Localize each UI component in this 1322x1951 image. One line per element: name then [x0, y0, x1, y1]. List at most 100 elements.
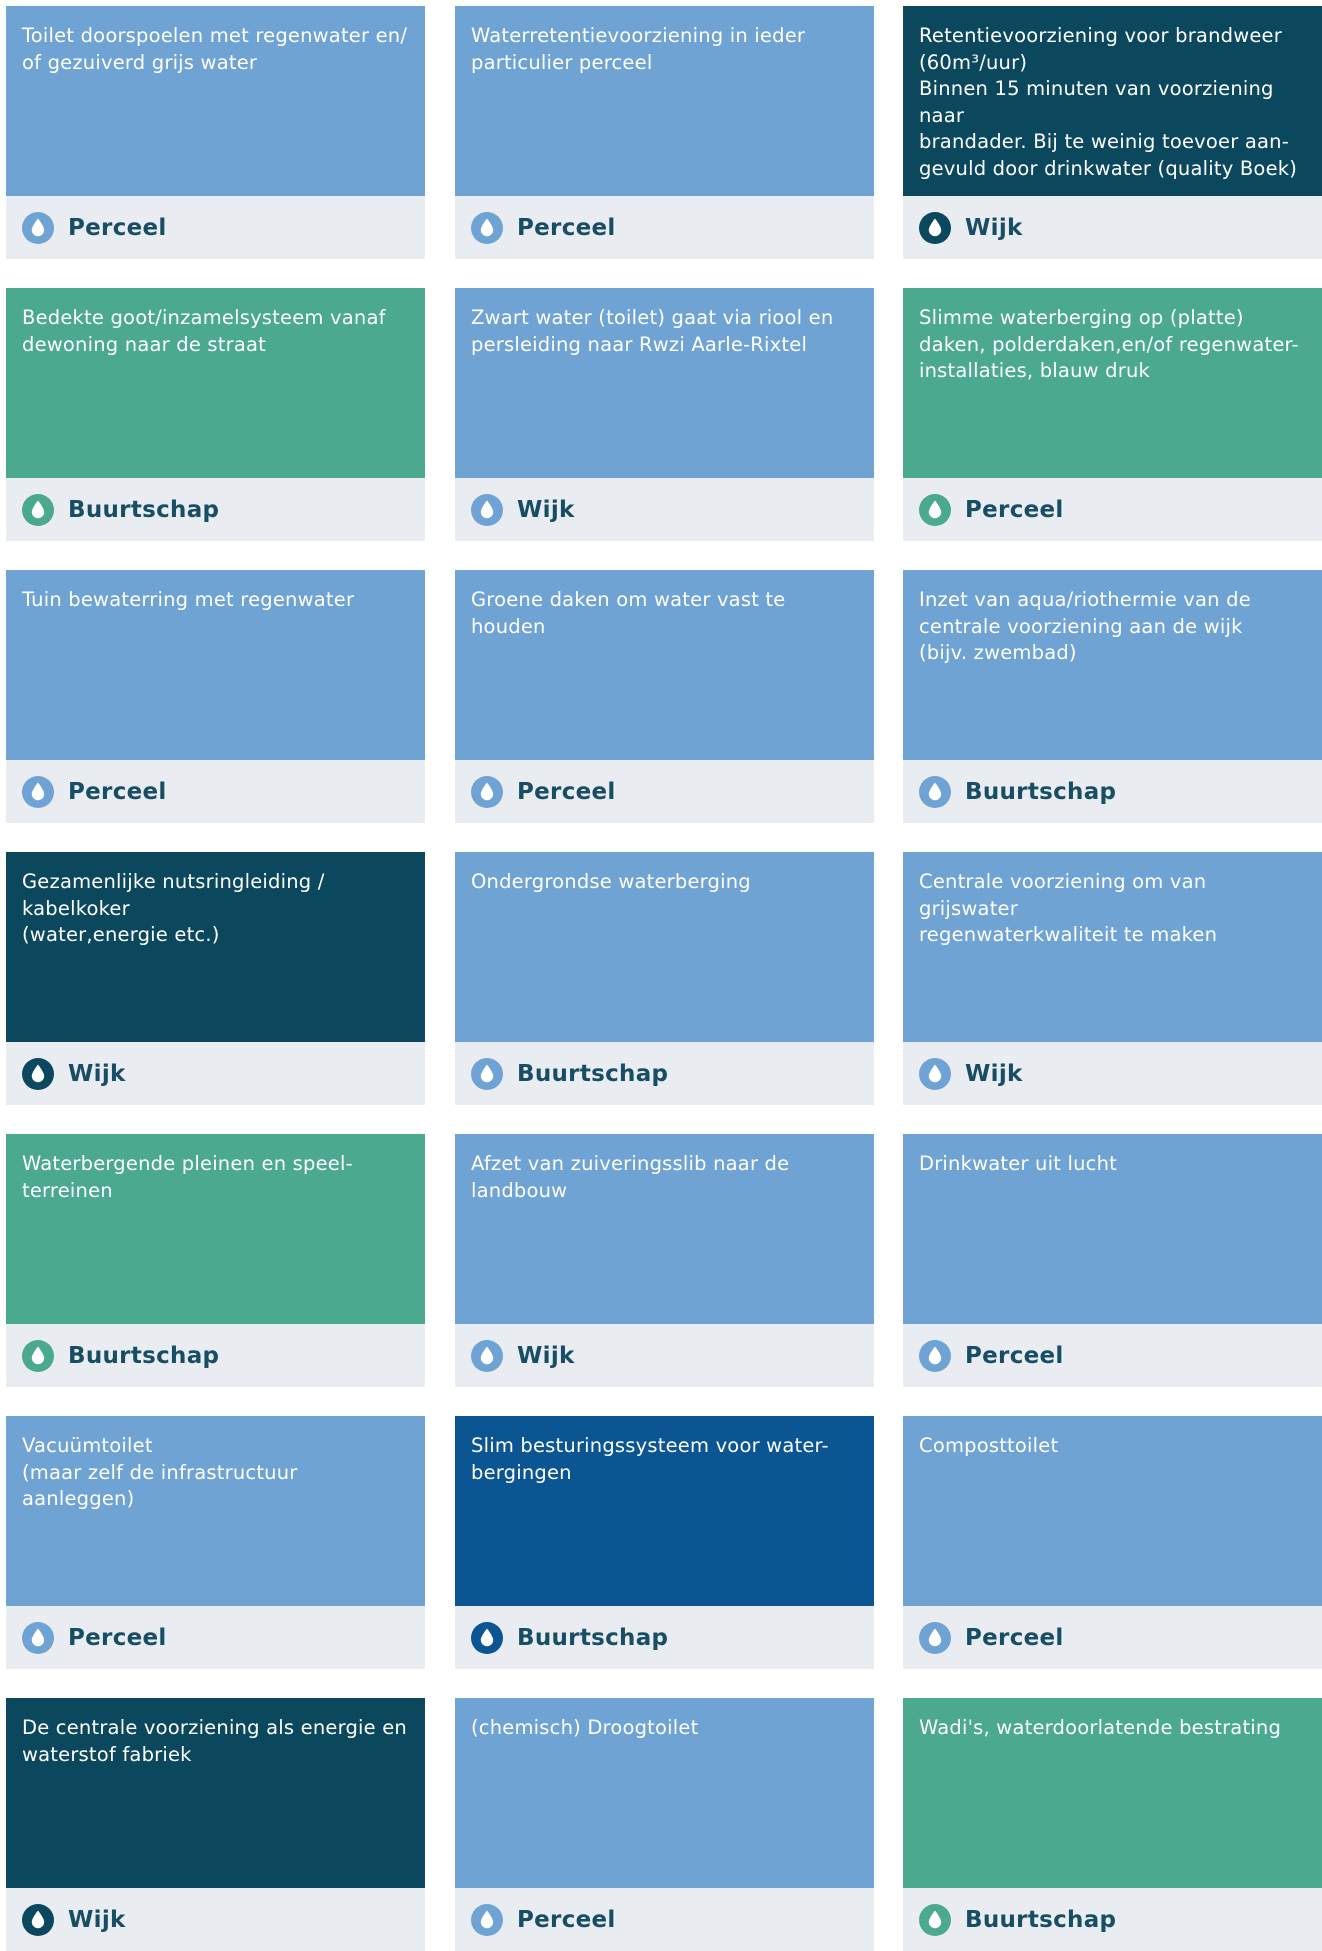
- water-drop-icon: [22, 775, 54, 808]
- measure-card: Groene daken om water vast te houden Perc…: [455, 570, 874, 823]
- scale-label: Perceel: [68, 214, 167, 241]
- measure-card: Inzet van aqua/riothermie van de central…: [903, 570, 1322, 823]
- measure-footer: Buurtschap: [903, 760, 1322, 823]
- scale-label: Buurtschap: [517, 1060, 669, 1087]
- measure-card: Centrale voorziening om van grijswater r…: [903, 852, 1322, 1105]
- measure-card: De centrale voorziening als energie en w…: [6, 1698, 425, 1951]
- measure-footer: Buurtschap: [6, 1324, 425, 1387]
- water-drop-icon: [471, 493, 503, 526]
- measure-card: Gezamenlijke nutsringleiding / kabelkoke…: [6, 852, 425, 1105]
- scale-label: Perceel: [517, 214, 616, 241]
- scale-label: Buurtschap: [517, 1624, 669, 1651]
- measure-description: Ondergrondse waterberging: [455, 852, 874, 1042]
- scale-label: Buurtschap: [68, 496, 220, 523]
- water-drop-icon: [22, 1057, 54, 1090]
- scale-label: Wijk: [517, 1342, 575, 1369]
- measure-footer: Perceel: [6, 760, 425, 823]
- scale-label: Perceel: [68, 778, 167, 805]
- scale-label: Wijk: [68, 1906, 126, 1933]
- measure-card: Bedekte goot/inzamelsysteem vanaf dewoni…: [6, 288, 425, 541]
- measure-description: Centrale voorziening om van grijswater r…: [903, 852, 1322, 1042]
- water-drop-icon: [919, 1057, 951, 1090]
- measure-card: Waterbergende pleinen en speel- terreine…: [6, 1134, 425, 1387]
- water-drop-icon: [471, 1339, 503, 1372]
- measure-card: Retentievoorziening voor brandweer (60m³…: [903, 6, 1322, 259]
- scale-label: Perceel: [965, 1342, 1064, 1369]
- measure-card: Composttoilet Perceel: [903, 1416, 1322, 1669]
- measure-description: Slimme waterberging op (platte) daken, p…: [903, 288, 1322, 478]
- water-drop-icon: [471, 1903, 503, 1936]
- measure-footer: Perceel: [6, 196, 425, 259]
- measure-footer: Wijk: [6, 1042, 425, 1105]
- scale-label: Buurtschap: [68, 1342, 220, 1369]
- measure-card: Waterretentievoorziening in ieder partic…: [455, 6, 874, 259]
- measure-footer: Perceel: [6, 1606, 425, 1669]
- water-drop-icon: [22, 1903, 54, 1936]
- scale-label: Perceel: [965, 1624, 1064, 1651]
- scale-label: Wijk: [68, 1060, 126, 1087]
- water-drop-icon: [919, 493, 951, 526]
- measure-description: Waterbergende pleinen en speel- terreine…: [6, 1134, 425, 1324]
- measure-description: Retentievoorziening voor brandweer (60m³…: [903, 6, 1322, 196]
- measure-footer: Buurtschap: [455, 1042, 874, 1105]
- measure-footer: Perceel: [903, 478, 1322, 541]
- water-drop-icon: [22, 1621, 54, 1654]
- measure-description: Composttoilet: [903, 1416, 1322, 1606]
- measure-footer: Perceel: [903, 1606, 1322, 1669]
- scale-label: Perceel: [965, 496, 1064, 523]
- measure-card: Slimme waterberging op (platte) daken, p…: [903, 288, 1322, 541]
- measure-description: Inzet van aqua/riothermie van de central…: [903, 570, 1322, 760]
- measure-description: Bedekte goot/inzamelsysteem vanaf dewoni…: [6, 288, 425, 478]
- measure-card: (chemisch) Droogtoilet Perceel: [455, 1698, 874, 1951]
- measure-card: Slim besturingssysteem voor water- bergi…: [455, 1416, 874, 1669]
- measure-description: Toilet doorspoelen met regenwater en/ of…: [6, 6, 425, 196]
- measure-description: (chemisch) Droogtoilet: [455, 1698, 874, 1888]
- scale-label: Wijk: [517, 496, 575, 523]
- measure-footer: Wijk: [903, 1042, 1322, 1105]
- measure-card: Afzet van zuiveringsslib naar de landbou…: [455, 1134, 874, 1387]
- measure-card: Tuin bewaterring met regenwater Perceel: [6, 570, 425, 823]
- scale-label: Buurtschap: [965, 1906, 1117, 1933]
- measure-footer: Wijk: [903, 196, 1322, 259]
- measure-description: Wadi's, waterdoorlatende bestrating: [903, 1698, 1322, 1888]
- measure-description: Zwart water (toilet) gaat via riool en p…: [455, 288, 874, 478]
- measure-description: Vacuümtoilet (maar zelf de infrastructuu…: [6, 1416, 425, 1606]
- measure-footer: Buurtschap: [903, 1888, 1322, 1951]
- water-drop-icon: [919, 211, 951, 244]
- measure-description: Tuin bewaterring met regenwater: [6, 570, 425, 760]
- measure-footer: Perceel: [455, 196, 874, 259]
- measure-footer: Wijk: [6, 1888, 425, 1951]
- water-drop-icon: [471, 211, 503, 244]
- measure-description: Drinkwater uit lucht: [903, 1134, 1322, 1324]
- measure-description: Afzet van zuiveringsslib naar de landbou…: [455, 1134, 874, 1324]
- water-drop-icon: [471, 1057, 503, 1090]
- scale-label: Perceel: [68, 1624, 167, 1651]
- scale-label: Perceel: [517, 1906, 616, 1933]
- measure-footer: Perceel: [455, 1888, 874, 1951]
- scale-label: Perceel: [517, 778, 616, 805]
- water-drop-icon: [919, 775, 951, 808]
- measure-description: Groene daken om water vast te houden: [455, 570, 874, 760]
- measure-description: De centrale voorziening als energie en w…: [6, 1698, 425, 1888]
- measure-footer: Perceel: [455, 760, 874, 823]
- measure-card: Zwart water (toilet) gaat via riool en p…: [455, 288, 874, 541]
- measure-description: Waterretentievoorziening in ieder partic…: [455, 6, 874, 196]
- water-drop-icon: [22, 493, 54, 526]
- measures-grid: Toilet doorspoelen met regenwater en/ of…: [0, 0, 1322, 1951]
- measure-card: Vacuümtoilet (maar zelf de infrastructuu…: [6, 1416, 425, 1669]
- measure-description: Gezamenlijke nutsringleiding / kabelkoke…: [6, 852, 425, 1042]
- scale-label: Buurtschap: [965, 778, 1117, 805]
- water-drop-icon: [919, 1621, 951, 1654]
- measure-footer: Buurtschap: [6, 478, 425, 541]
- water-drop-icon: [471, 775, 503, 808]
- scale-label: Wijk: [965, 1060, 1023, 1087]
- measure-card: Toilet doorspoelen met regenwater en/ of…: [6, 6, 425, 259]
- measure-card: Wadi's, waterdoorlatende bestrating Buurt…: [903, 1698, 1322, 1951]
- water-drop-icon: [471, 1621, 503, 1654]
- measure-footer: Perceel: [903, 1324, 1322, 1387]
- measure-footer: Wijk: [455, 478, 874, 541]
- water-drop-icon: [919, 1339, 951, 1372]
- measure-footer: Buurtschap: [455, 1606, 874, 1669]
- water-drop-icon: [22, 211, 54, 244]
- measure-description: Slim besturingssysteem voor water- bergi…: [455, 1416, 874, 1606]
